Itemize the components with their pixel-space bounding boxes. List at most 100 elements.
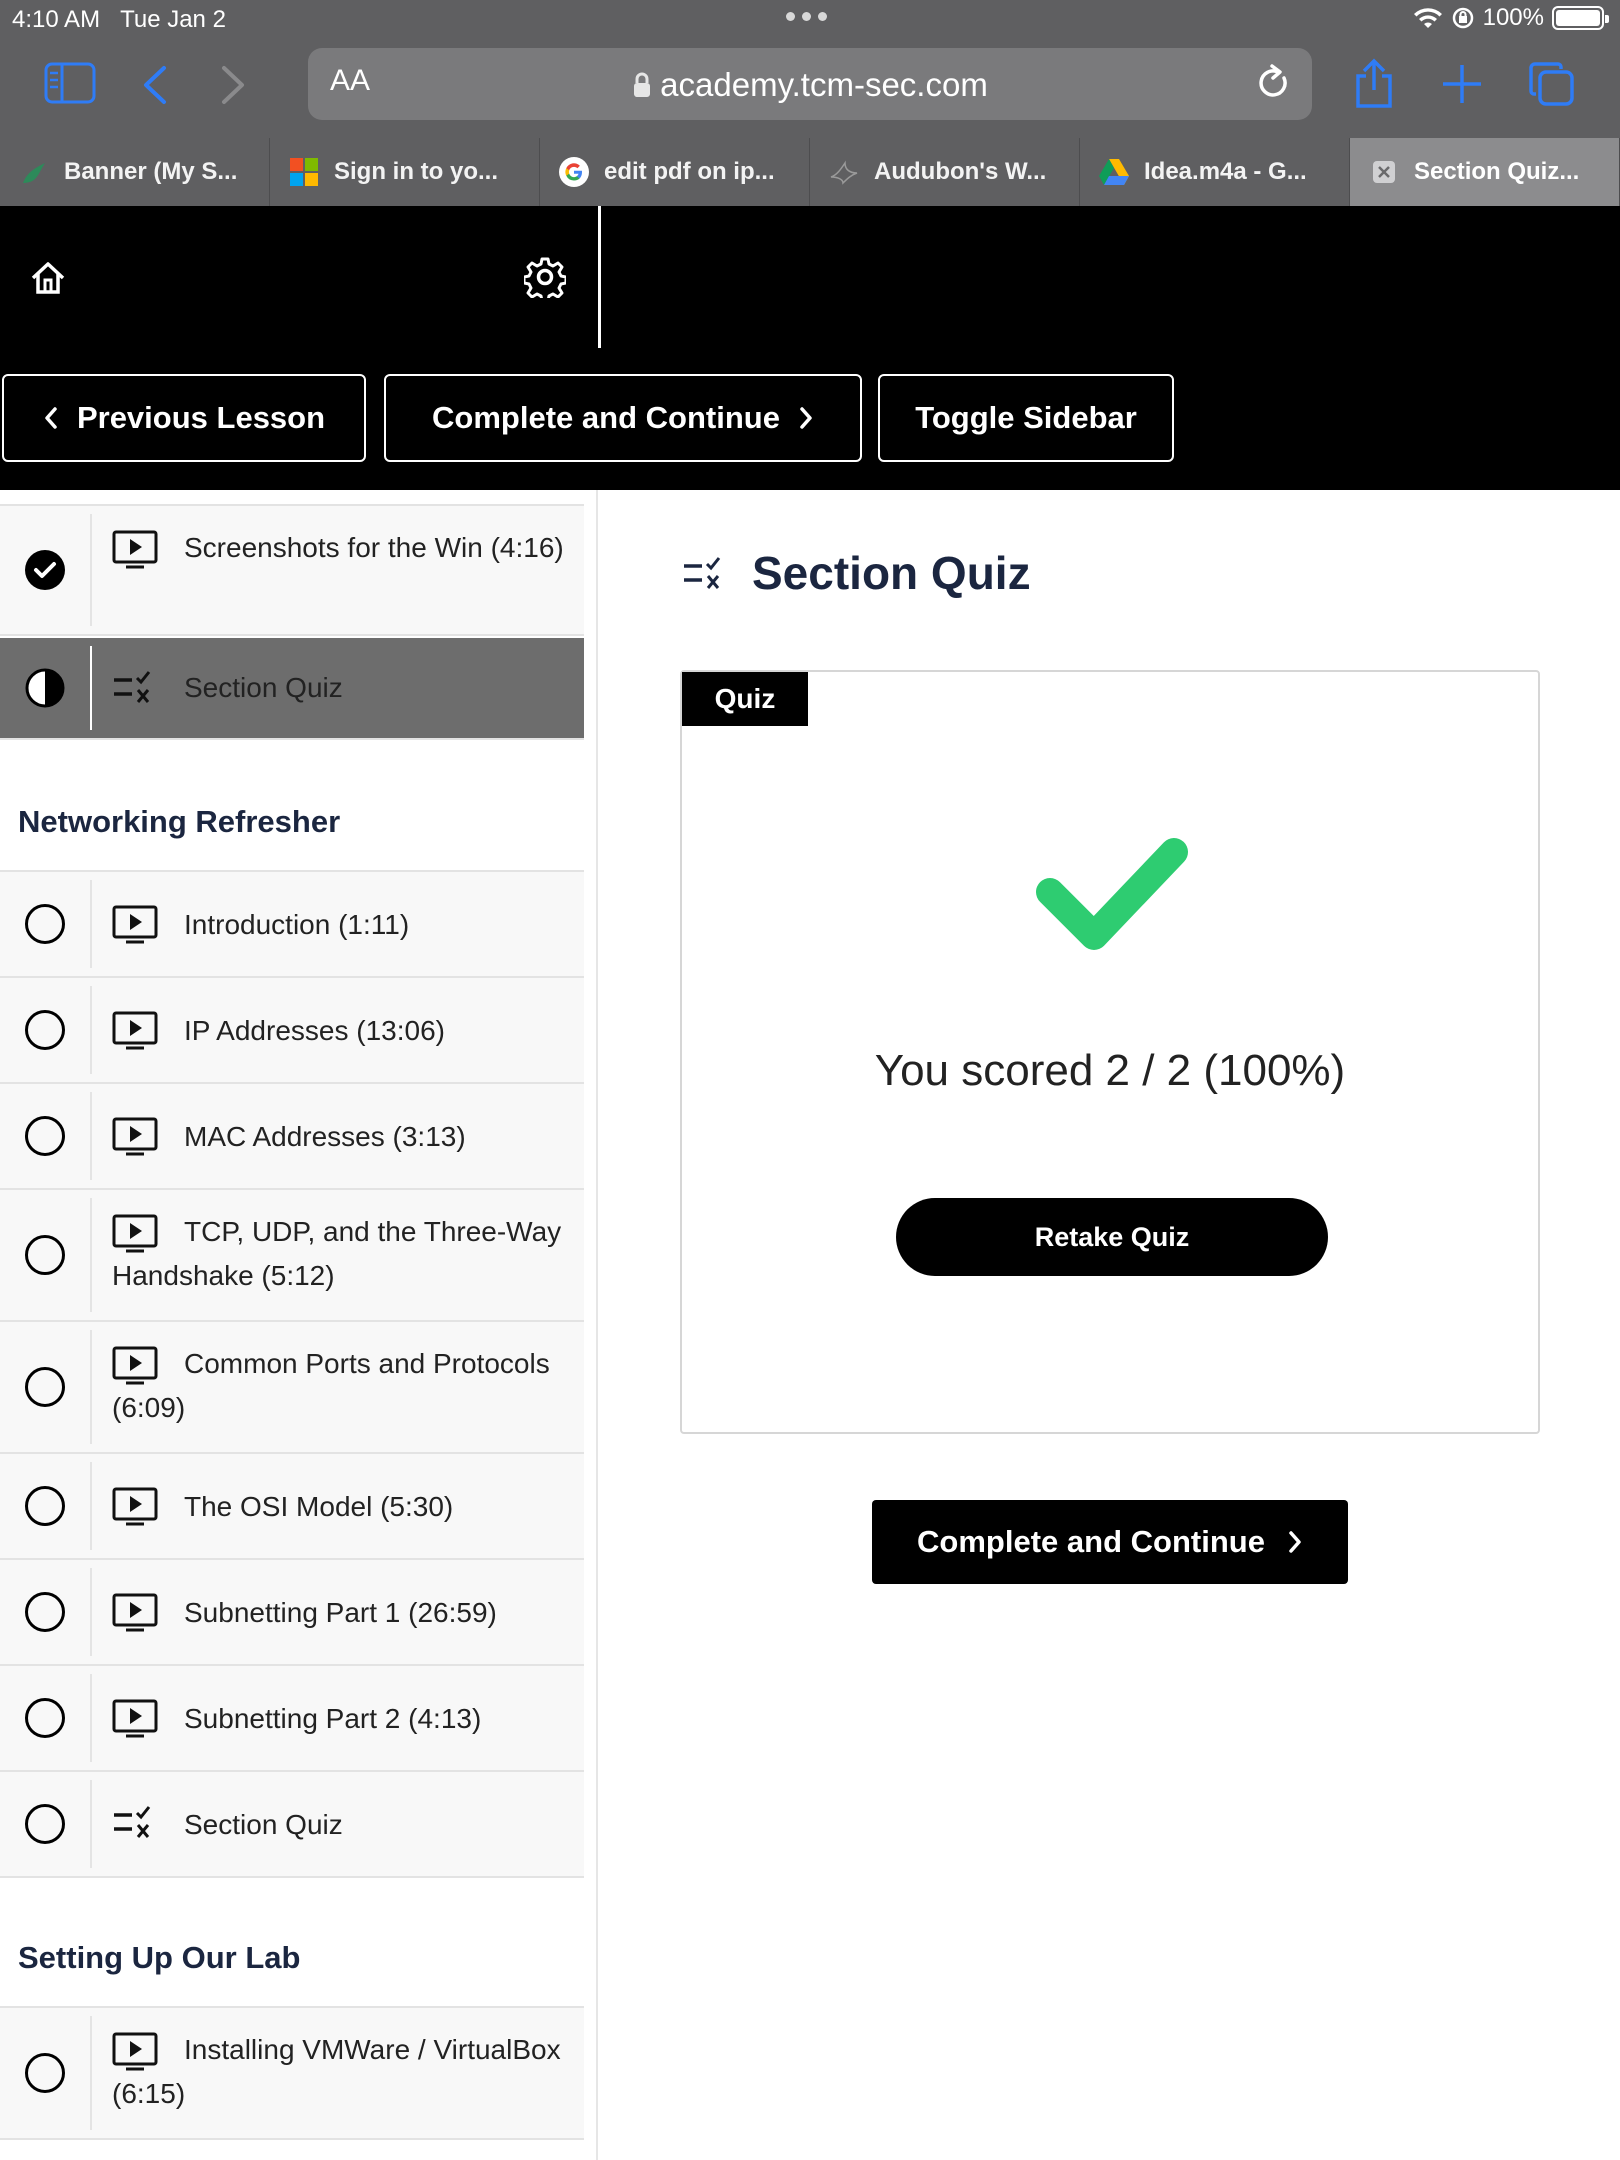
lesson-title: The OSI Model (5:30) — [184, 1491, 454, 1522]
browser-chrome: 4:10 AM Tue Jan 2 100% AA academy.tcm-se… — [0, 0, 1620, 206]
tab-label: edit pdf on ip... — [604, 158, 775, 185]
not-started-circle-icon — [0, 1772, 90, 1876]
lesson-item[interactable]: Section Quiz — [0, 1772, 584, 1878]
lesson-item[interactable]: Screenshots for the Win (4:16) — [0, 504, 584, 636]
section-title: Setting Up Our Lab — [18, 1940, 301, 1975]
share-icon[interactable] — [1352, 58, 1396, 108]
status-right: 100% — [1413, 4, 1609, 32]
previous-lesson-button[interactable]: Previous Lesson — [2, 374, 366, 462]
success-check-icon — [1036, 838, 1188, 950]
forward-icon[interactable] — [218, 64, 248, 106]
previous-lesson-label: Previous Lesson — [76, 400, 326, 435]
status-time: 4:10 AM Tue Jan 2 — [12, 6, 226, 33]
back-icon[interactable] — [140, 64, 170, 106]
microsoft-logo-icon — [288, 156, 320, 188]
not-started-circle-icon — [0, 1084, 90, 1188]
lesson-item-active[interactable]: Section Quiz — [0, 638, 584, 740]
lesson-item[interactable]: IP Addresses (13:06) — [0, 978, 584, 1084]
lesson-title: Screenshots for the Win (4:16) — [184, 532, 564, 563]
battery-icon — [1552, 6, 1609, 30]
quiz-result-card: Quiz You scored 2 / 2 (100%) Retake Quiz — [680, 670, 1540, 1434]
tab-label: Sign in to yo... — [334, 158, 498, 185]
status-bar: 4:10 AM Tue Jan 2 100% — [0, 0, 1620, 40]
stag-logo-icon — [18, 156, 50, 188]
not-started-circle-icon — [0, 1190, 90, 1320]
quiz-score: You scored 2 / 2 (100%) — [874, 1046, 1346, 1095]
drive-logo-icon — [1098, 156, 1130, 188]
course-sidebar: Screenshots for the Win (4:16) Section Q… — [0, 490, 598, 2160]
browser-tab[interactable]: Idea.m4a - G... — [1080, 138, 1350, 206]
not-started-circle-icon — [0, 978, 90, 1082]
section-title: Networking Refresher — [18, 804, 341, 839]
lesson-item[interactable]: Introduction (1:11) — [0, 872, 584, 978]
chevron-left-icon — [45, 407, 57, 429]
sidebar-toggle-icon[interactable] — [44, 62, 96, 104]
address-bar[interactable]: AA academy.tcm-sec.com — [308, 48, 1312, 120]
not-started-circle-icon — [0, 2008, 90, 2138]
lesson-item[interactable]: Installing VMWare / VirtualBox (6:15) — [0, 2008, 584, 2140]
lesson-title: MAC Addresses (3:13) — [184, 1121, 466, 1152]
tab-label: Section Quiz... — [1414, 158, 1580, 185]
complete-continue-button[interactable]: Complete and Continue — [872, 1500, 1348, 1584]
complete-continue-label: Complete and Continue — [432, 400, 780, 435]
course-header: Previous Lesson Complete and Continue To… — [0, 206, 1620, 490]
tab-bar: Banner (My S... Sign in to yo... edit pd… — [0, 138, 1620, 206]
lesson-item[interactable]: Subnetting Part 2 (4:13) — [0, 1666, 584, 1772]
browser-tab[interactable]: edit pdf on ip... — [540, 138, 810, 206]
lesson-item[interactable]: Subnetting Part 1 (26:59) — [0, 1560, 584, 1666]
lesson-title: Introduction (1:11) — [184, 909, 410, 940]
complete-continue-label: Complete and Continue — [917, 1524, 1265, 1559]
bird-icon — [828, 156, 860, 188]
complete-check-icon — [0, 506, 90, 634]
lesson-title: Subnetting Part 2 (4:13) — [184, 1703, 482, 1734]
url-text[interactable]: academy.tcm-sec.com — [308, 66, 1312, 104]
multitask-dots-icon[interactable] — [786, 12, 827, 21]
retake-quiz-button[interactable]: Retake Quiz — [896, 1198, 1328, 1276]
lesson-title: Installing VMWare / VirtualBox (6:15) — [112, 2034, 561, 2109]
lesson-item[interactable]: MAC Addresses (3:13) — [0, 1084, 584, 1190]
chevron-right-icon — [800, 407, 812, 429]
lesson-title: IP Addresses (13:06) — [184, 1015, 445, 1046]
not-started-circle-icon — [0, 1322, 90, 1452]
header-divider — [598, 206, 601, 348]
complete-continue-button[interactable]: Complete and Continue — [384, 374, 862, 462]
page-title: Section Quiz — [752, 547, 1031, 599]
home-icon[interactable] — [28, 258, 68, 303]
new-tab-icon[interactable] — [1440, 62, 1484, 106]
not-started-circle-icon — [0, 872, 90, 976]
not-started-circle-icon — [0, 1454, 90, 1558]
in-progress-icon — [0, 638, 90, 738]
lesson-item[interactable]: The OSI Model (5:30) — [0, 1454, 584, 1560]
browser-tab[interactable]: Audubon's W... — [810, 138, 1080, 206]
lesson-title: Section Quiz — [184, 1809, 343, 1840]
quiz-icon — [684, 557, 721, 589]
lesson-title: Section Quiz — [184, 672, 343, 703]
tab-label: Audubon's W... — [874, 158, 1047, 185]
tab-label: Idea.m4a - G... — [1144, 158, 1307, 185]
not-started-circle-icon — [0, 1560, 90, 1664]
browser-tab[interactable]: Banner (My S... — [0, 138, 270, 206]
toggle-sidebar-label: Toggle Sidebar — [915, 400, 1137, 435]
quiz-tag: Quiz — [682, 672, 808, 726]
tab-label: Banner (My S... — [64, 158, 238, 185]
gear-icon[interactable] — [522, 256, 568, 303]
reload-icon[interactable] — [1256, 64, 1292, 107]
browser-tab[interactable]: Sign in to yo... — [270, 138, 540, 206]
lock-icon — [634, 72, 651, 97]
toggle-sidebar-button[interactable]: Toggle Sidebar — [878, 374, 1174, 462]
google-logo-icon — [558, 156, 590, 188]
browser-tab-active[interactable]: Section Quiz... — [1350, 138, 1620, 206]
lesson-item[interactable]: Common Ports and Protocols (6:09) — [0, 1322, 584, 1454]
browser-toolbar: AA academy.tcm-sec.com — [0, 40, 1620, 134]
close-tab-icon[interactable] — [1368, 156, 1400, 188]
lesson-title: Subnetting Part 1 (26:59) — [184, 1597, 497, 1628]
wifi-icon — [1413, 8, 1442, 28]
lesson-content: Section Quiz Quiz You scored 2 / 2 (100%… — [600, 490, 1620, 2160]
lesson-title: TCP, UDP, and the Three-Way Handshake (5… — [112, 1216, 562, 1291]
battery-percent: 100% — [1482, 4, 1544, 31]
lesson-title: Common Ports and Protocols (6:09) — [112, 1348, 550, 1423]
tab-overview-icon[interactable] — [1528, 60, 1576, 108]
lesson-item[interactable]: TCP, UDP, and the Three-Way Handshake (5… — [0, 1190, 584, 1322]
chevron-right-icon — [1289, 1531, 1301, 1553]
not-started-circle-icon — [0, 1666, 90, 1770]
